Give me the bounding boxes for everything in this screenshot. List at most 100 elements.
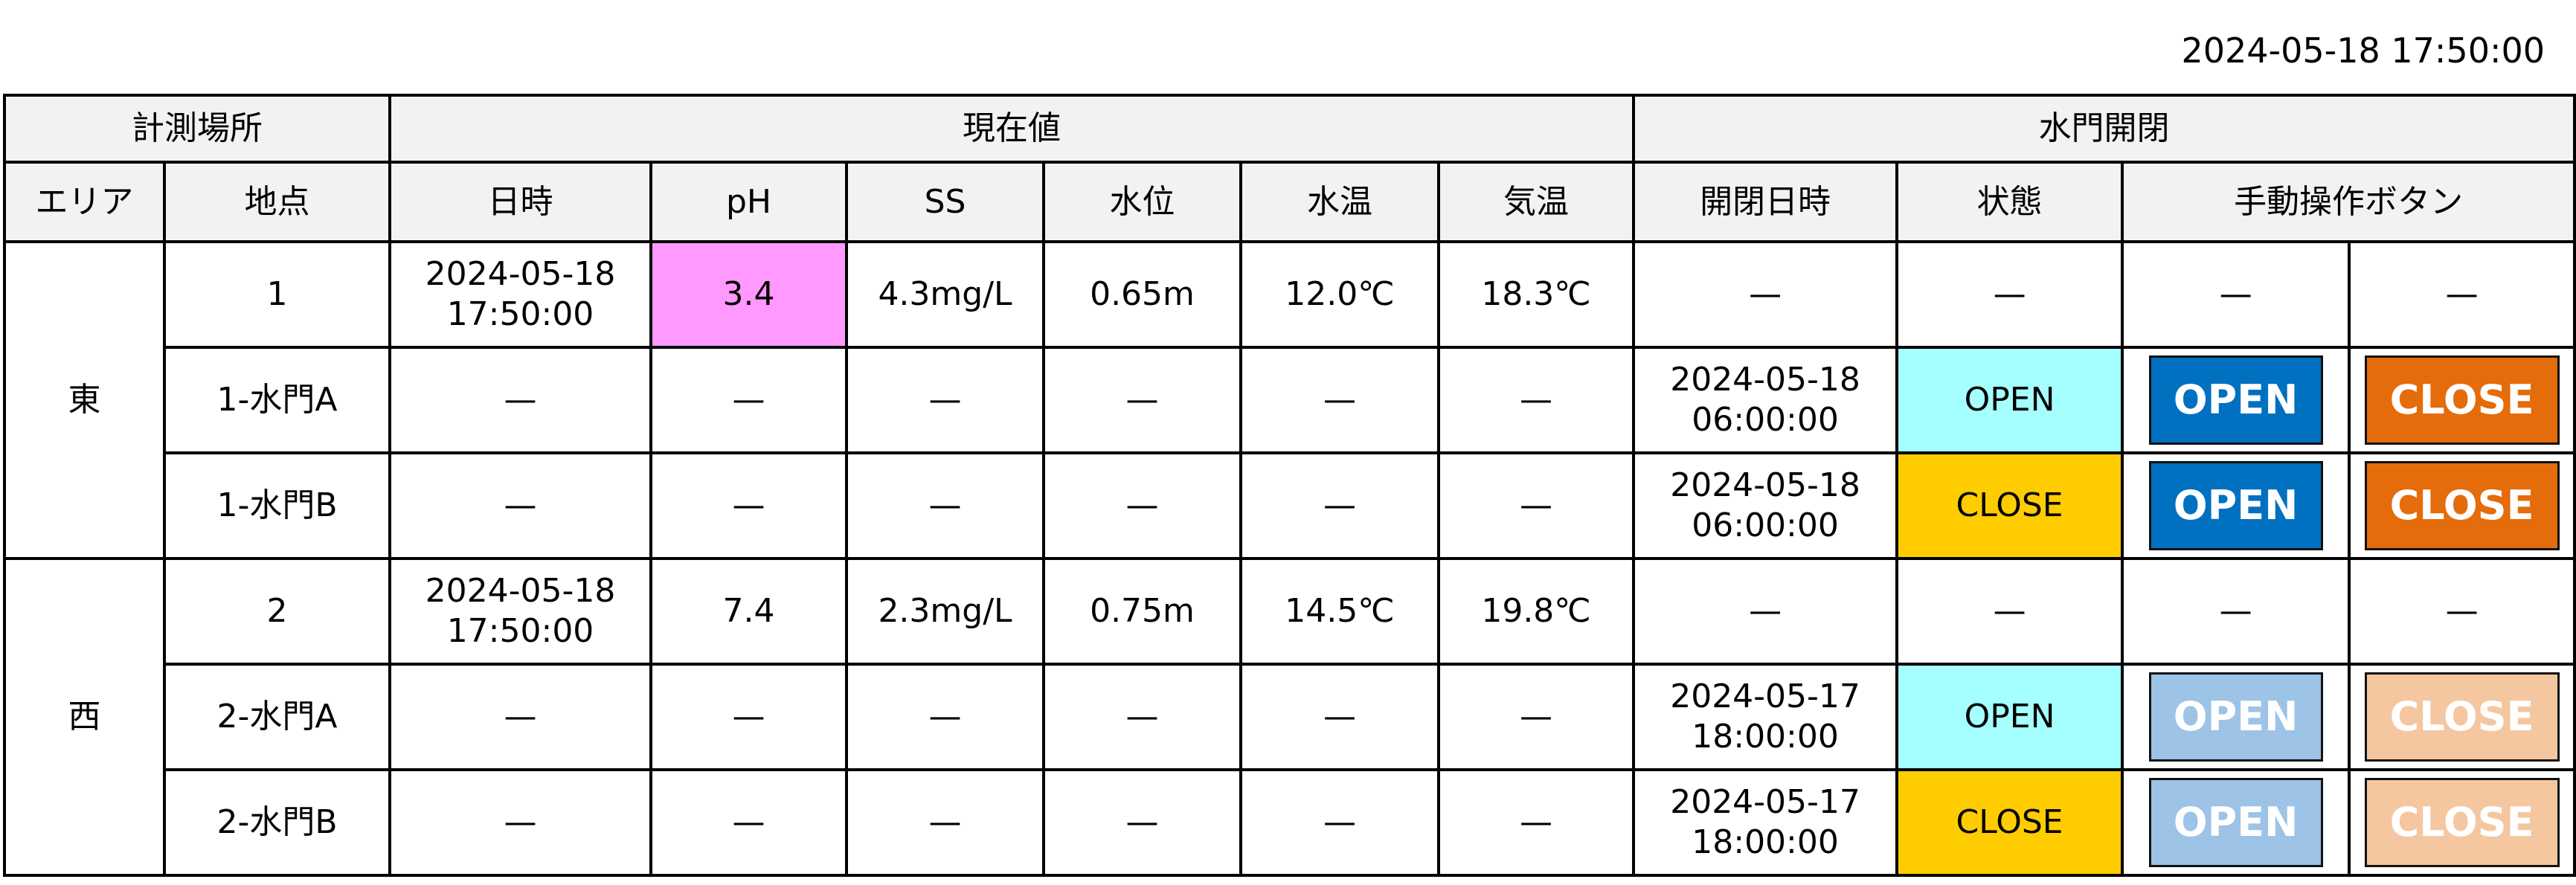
datetime-date: 2024-05-18 xyxy=(425,255,616,293)
water-temp-cell: — xyxy=(1239,346,1440,454)
gate-datetime-cell: — xyxy=(1632,557,1899,666)
ss-cell: — xyxy=(845,663,1045,771)
state-badge-open: OPEN xyxy=(1895,346,2124,454)
col-ph: pH xyxy=(649,161,848,243)
close-button-disabled[interactable]: CLOSE xyxy=(2364,672,2560,762)
datetime-time: 17:50:00 xyxy=(446,295,594,333)
state-cell: — xyxy=(1895,557,2124,666)
air-temp-cell: — xyxy=(1436,346,1636,454)
point-cell: 2 xyxy=(163,557,391,666)
ph-cell-alert: 3.4 xyxy=(649,240,848,349)
gate-time: 18:00:00 xyxy=(1692,823,1839,861)
area-cell: 東 xyxy=(3,240,166,560)
open-button-cell: — xyxy=(2121,240,2351,349)
col-manual-buttons: 手動操作ボタン xyxy=(2121,161,2576,243)
ss-cell: — xyxy=(845,346,1045,454)
ph-cell: 7.4 xyxy=(649,557,848,666)
table-row: 1-水門B — — — — — — 2024-05-18 06:00:00 CLO… xyxy=(4,451,2576,560)
gate-datetime-cell: 2024-05-17 18:00:00 xyxy=(1632,663,1899,771)
open-button-disabled[interactable]: OPEN xyxy=(2148,778,2323,867)
gate-datetime-cell: 2024-05-18 06:00:00 xyxy=(1632,451,1899,560)
water-level-cell: — xyxy=(1042,663,1242,771)
table-row: 2-水門A — — — — — — 2024-05-17 18:00:00 OPE… xyxy=(4,663,2576,771)
col-air-temp: 気温 xyxy=(1436,161,1636,243)
datetime-time: 17:50:00 xyxy=(446,612,594,650)
header-gate-control: 水門開閉 xyxy=(1632,94,2576,164)
close-button-disabled[interactable]: CLOSE xyxy=(2364,778,2560,867)
datetime-cell: 2024-05-18 17:50:00 xyxy=(388,557,652,666)
close-button[interactable]: CLOSE xyxy=(2364,461,2560,550)
table-row: 東 1 2024-05-18 17:50:00 3.4 4.3mg/L 0.65m… xyxy=(3,240,2576,560)
air-temp-cell: — xyxy=(1436,663,1636,771)
close-button-cell: CLOSE xyxy=(2348,451,2576,560)
open-button[interactable]: OPEN xyxy=(2148,355,2323,445)
header-location: 計測場所 xyxy=(3,94,391,164)
close-button-cell: CLOSE xyxy=(2348,768,2576,877)
table-row: 1-水門A — — — — — — 2024-05-18 06:00:00 OPE… xyxy=(4,346,2576,454)
water-temp-cell: — xyxy=(1239,663,1440,771)
gate-time: 18:00:00 xyxy=(1692,718,1839,756)
col-datetime: 日時 xyxy=(388,161,652,243)
point-cell: 1-水門A xyxy=(163,346,391,454)
ss-cell: — xyxy=(845,768,1045,877)
column-header-row: エリア 地点 日時 pH SS 水位 水温 気温 開閉日時 状態 手動操作ボタン xyxy=(3,161,2576,243)
datetime-cell: — xyxy=(388,451,652,560)
point-cell: 2-水門A xyxy=(163,663,391,771)
gate-datetime-cell: — xyxy=(1632,240,1899,349)
ph-cell: — xyxy=(649,663,848,771)
col-water-level: 水位 xyxy=(1042,161,1242,243)
datetime-cell: — xyxy=(388,346,652,454)
gate-datetime-cell: 2024-05-17 18:00:00 xyxy=(1632,768,1899,877)
water-temp-cell: — xyxy=(1239,451,1440,560)
gate-date: 2024-05-18 xyxy=(1670,361,1860,399)
close-button[interactable]: CLOSE xyxy=(2364,355,2560,445)
open-button-disabled[interactable]: OPEN xyxy=(2148,672,2323,762)
col-gate-datetime: 開閉日時 xyxy=(1632,161,1899,243)
monitoring-table: 計測場所 現在値 水門開閉 エリア 地点 日時 pH SS 水位 水温 気温 開… xyxy=(3,94,2576,877)
table-row: 2-水門B — — — — — — 2024-05-17 18:00:00 CLO… xyxy=(4,768,2576,877)
ph-cell: — xyxy=(649,768,848,877)
water-level-cell: 0.65m xyxy=(1042,240,1242,349)
col-point: 地点 xyxy=(163,161,391,243)
water-temp-cell: 14.5℃ xyxy=(1239,557,1440,666)
group-header-row: 計測場所 現在値 水門開閉 xyxy=(3,94,2576,164)
point-cell: 2-水門B xyxy=(163,768,391,877)
col-ss: SS xyxy=(845,161,1045,243)
open-button-cell: OPEN xyxy=(2121,451,2351,560)
close-button-cell: CLOSE xyxy=(2348,663,2576,771)
area-cell: 西 xyxy=(3,557,166,877)
point-cell: 1-水門B xyxy=(163,451,391,560)
ph-cell: — xyxy=(649,451,848,560)
datetime-cell: 2024-05-18 17:50:00 xyxy=(388,240,652,349)
header-current-values: 現在値 xyxy=(388,94,1636,164)
water-level-cell: — xyxy=(1042,768,1242,877)
water-level-cell: — xyxy=(1042,451,1242,560)
close-button-cell: — xyxy=(2348,240,2576,349)
current-timestamp: 2024-05-18 17:50:00 xyxy=(2181,30,2545,71)
open-button-cell: OPEN xyxy=(2121,663,2351,771)
col-state: 状態 xyxy=(1895,161,2124,243)
close-button-cell: — xyxy=(2348,557,2576,666)
gate-date: 2024-05-18 xyxy=(1670,466,1860,504)
open-button-cell: OPEN xyxy=(2121,346,2351,454)
gate-date: 2024-05-17 xyxy=(1670,678,1860,715)
gate-date: 2024-05-17 xyxy=(1670,783,1860,821)
col-area: エリア xyxy=(3,161,166,243)
gate-time: 06:00:00 xyxy=(1692,506,1839,544)
water-level-cell: — xyxy=(1042,346,1242,454)
water-temp-cell: 12.0℃ xyxy=(1239,240,1440,349)
open-button-cell: OPEN xyxy=(2121,768,2351,877)
table-row: 西 2 2024-05-18 17:50:00 7.4 2.3mg/L 0.75m… xyxy=(3,557,2576,877)
datetime-date: 2024-05-18 xyxy=(425,572,616,610)
ph-cell: — xyxy=(649,346,848,454)
point-cell: 1 xyxy=(163,240,391,349)
water-temp-cell: — xyxy=(1239,768,1440,877)
air-temp-cell: 19.8℃ xyxy=(1436,557,1636,666)
ss-cell: 2.3mg/L xyxy=(845,557,1045,666)
datetime-cell: — xyxy=(388,663,652,771)
ss-cell: 4.3mg/L xyxy=(845,240,1045,349)
water-level-cell: 0.75m xyxy=(1042,557,1242,666)
state-badge-close: CLOSE xyxy=(1895,451,2124,560)
air-temp-cell: — xyxy=(1436,768,1636,877)
open-button[interactable]: OPEN xyxy=(2148,461,2323,550)
